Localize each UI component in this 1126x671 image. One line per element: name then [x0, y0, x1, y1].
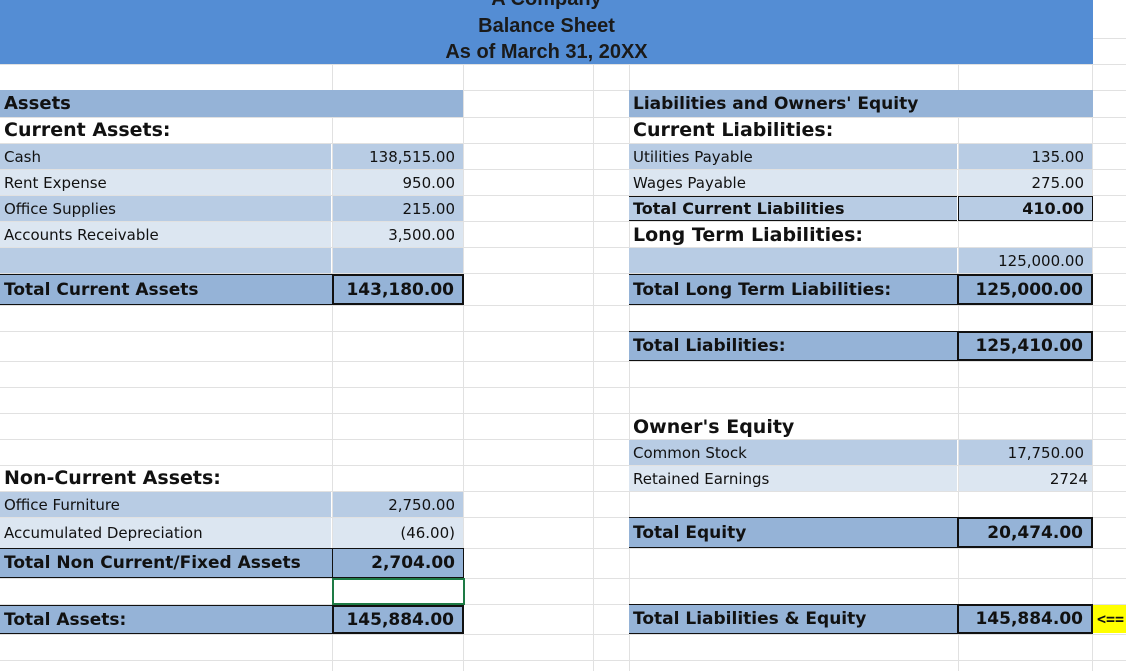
total-current-assets-value[interactable]: 143,180.00: [332, 274, 464, 305]
report-title: Balance Sheet: [478, 15, 615, 37]
equity-row-value[interactable]: 2724: [959, 466, 1092, 491]
total-assets-label[interactable]: Total Assets:: [0, 605, 332, 634]
equity-row-label[interactable]: Common Stock: [629, 440, 957, 465]
total-longterm-liabilities-label[interactable]: Total Long Term Liabilities:: [629, 274, 958, 305]
assets-heading[interactable]: Assets: [0, 90, 463, 117]
longterm-liabilities-value[interactable]: 125,000.00: [959, 248, 1092, 273]
total-current-liabilities-label[interactable]: Total Current Liabilities: [629, 196, 957, 221]
total-current-assets-label[interactable]: Total Current Assets: [0, 274, 332, 305]
asset-row-value[interactable]: 2,750.00: [333, 492, 463, 517]
total-equity-label[interactable]: Total Equity: [629, 517, 958, 548]
current-assets-heading[interactable]: Current Assets:: [0, 117, 332, 143]
equity-row-label[interactable]: Retained Earnings: [629, 466, 957, 491]
asset-row-label[interactable]: Accounts Receivable: [0, 222, 331, 247]
total-noncurrent-assets-value[interactable]: 2,704.00: [332, 548, 464, 578]
equity-heading[interactable]: Owner's Equity: [629, 413, 958, 440]
report-date: As of March 31, 20XX: [445, 41, 648, 63]
asset-row-label[interactable]: Office Furniture: [0, 492, 331, 517]
asset-row-value[interactable]: 950.00: [333, 170, 463, 195]
asset-row-label[interactable]: Cash: [0, 144, 331, 169]
asset-row-label[interactable]: Office Supplies: [0, 196, 331, 221]
liability-row-value[interactable]: 135.00: [959, 144, 1092, 169]
total-liabilities-label[interactable]: Total Liabilities:: [629, 331, 958, 361]
empty-row[interactable]: [629, 248, 957, 273]
total-noncurrent-assets-label[interactable]: Total Non Current/Fixed Assets: [0, 548, 332, 578]
asset-row-value[interactable]: (46.00): [333, 518, 463, 548]
company-name: A Company: [0, 0, 1093, 11]
total-longterm-liabilities-value[interactable]: 125,000.00: [957, 274, 1093, 305]
liability-row-label[interactable]: Wages Payable: [629, 170, 957, 195]
asset-row-value[interactable]: 3,500.00: [333, 222, 463, 247]
total-liabilities-equity-label[interactable]: Total Liabilities & Equity: [629, 604, 958, 634]
longterm-liabilities-heading[interactable]: Long Term Liabilities:: [629, 222, 958, 248]
current-liabilities-heading[interactable]: Current Liabilities:: [629, 117, 958, 143]
asset-row-label[interactable]: Accumulated Depreciation: [0, 518, 331, 548]
noncurrent-assets-heading[interactable]: Non-Current Assets:: [0, 465, 332, 491]
total-liabilities-equity-value[interactable]: 145,884.00: [957, 604, 1093, 634]
equity-row-value[interactable]: 17,750.00: [959, 440, 1092, 465]
empty-cell[interactable]: [333, 248, 463, 273]
balance-check-flag[interactable]: <==: [1093, 605, 1126, 633]
asset-row-value[interactable]: 138,515.00: [333, 144, 463, 169]
liabilities-heading[interactable]: Liabilities and Owners' Equity: [629, 90, 1093, 117]
asset-row-value[interactable]: 215.00: [333, 196, 463, 221]
liability-row-label[interactable]: Utilities Payable: [629, 144, 957, 169]
liability-row-value[interactable]: 275.00: [959, 170, 1092, 195]
total-assets-value[interactable]: 145,884.00: [332, 605, 464, 634]
selected-cell[interactable]: [332, 578, 465, 605]
total-equity-value[interactable]: 20,474.00: [957, 517, 1093, 548]
asset-row-label[interactable]: Rent Expense: [0, 170, 331, 195]
empty-row[interactable]: [0, 248, 331, 273]
total-liabilities-value[interactable]: 125,410.00: [957, 331, 1093, 361]
total-current-liabilities-value[interactable]: 410.00: [958, 196, 1093, 221]
